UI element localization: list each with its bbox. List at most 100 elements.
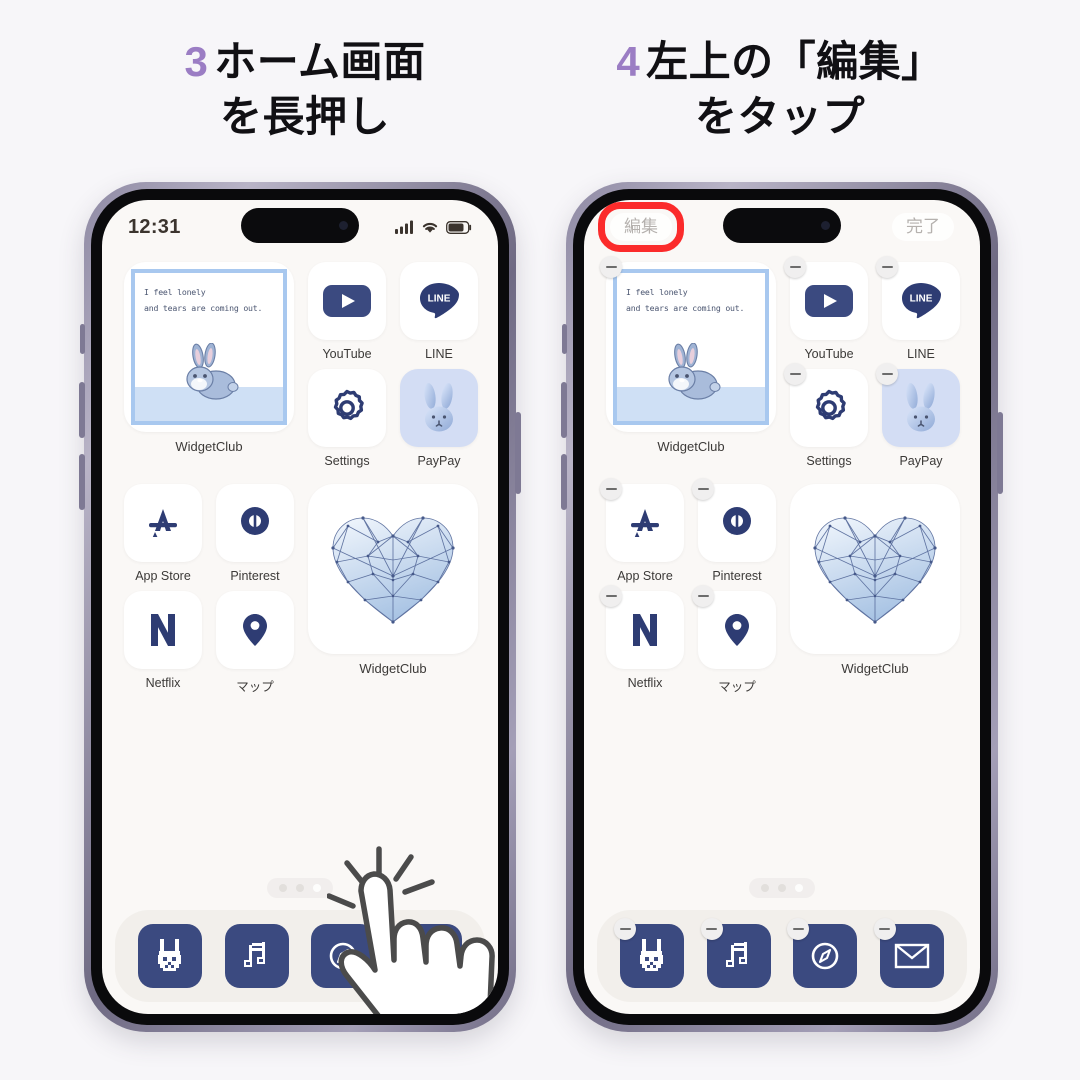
maps-pin-icon xyxy=(243,614,267,646)
dock-bunny-tile[interactable] xyxy=(138,924,203,988)
dock-2 xyxy=(597,910,967,1002)
remove-app-badge[interactable] xyxy=(784,256,806,278)
widget-text: I feel lonely and tears are coming out. xyxy=(617,273,765,317)
page-dot-1[interactable] xyxy=(279,884,287,892)
app-settings[interactable]: Settings xyxy=(308,369,386,468)
heart-widget[interactable] xyxy=(790,484,960,654)
step-4-heading: 4 左上の「編集」 をタップ xyxy=(545,34,1015,145)
dock-item-bunny[interactable] xyxy=(614,918,685,988)
pinterest-tile[interactable] xyxy=(216,484,294,562)
app-paypay[interactable]: PayPay xyxy=(876,363,960,468)
home-screen-2-jiggle[interactable]: 編集 完了 I feel lonely and tears are coming… xyxy=(584,200,980,1014)
power-button[interactable] xyxy=(515,412,521,494)
app-app-store[interactable]: App Store xyxy=(600,478,684,583)
remove-app-badge[interactable] xyxy=(700,918,723,940)
app-netflix[interactable]: Netflix xyxy=(600,585,684,695)
wireframe-heart-icon xyxy=(331,516,455,624)
remove-widget-badge[interactable] xyxy=(600,256,622,278)
tutorial-canvas: 3 ホーム画面 を長押し 4 左上の「編集」 をタップ 12:31 I feel… xyxy=(0,0,1080,1080)
dock-item-bunny[interactable] xyxy=(138,924,203,988)
volume-up-button[interactable] xyxy=(79,382,85,438)
app-paypay[interactable]: PayPay xyxy=(400,369,478,468)
dock-item-mail[interactable] xyxy=(397,924,462,988)
edit-button-wrapper[interactable]: 編集 xyxy=(598,201,684,253)
app-maps[interactable]: マップ xyxy=(692,585,776,695)
step-3-title-line2: を長押し xyxy=(219,93,390,141)
volume-up-button[interactable] xyxy=(561,382,567,438)
remove-app-badge[interactable] xyxy=(784,363,806,385)
quote-widget-cell[interactable]: I feel lonely and tears are coming out. xyxy=(600,256,776,476)
page-dot-1[interactable] xyxy=(761,884,769,892)
app-netflix[interactable]: Netflix xyxy=(124,591,202,695)
app-pinterest[interactable]: Pinterest xyxy=(692,478,776,583)
remove-app-badge[interactable] xyxy=(600,585,622,607)
heart-widget[interactable] xyxy=(308,484,478,654)
edit-button[interactable]: 編集 xyxy=(610,212,672,242)
netflix-tile[interactable] xyxy=(124,591,202,669)
app-app-store[interactable]: App Store xyxy=(124,484,202,583)
done-button[interactable]: 完了 xyxy=(892,212,954,242)
page-dot-2[interactable] xyxy=(296,884,304,892)
dock-music-tile[interactable] xyxy=(224,924,289,988)
dock-item-music[interactable] xyxy=(700,918,771,988)
dock-mail-tile[interactable] xyxy=(397,924,462,988)
youtube-tile[interactable] xyxy=(308,262,386,340)
paypay-tile[interactable] xyxy=(400,369,478,447)
app-store-tile[interactable] xyxy=(124,484,202,562)
dock-item-music[interactable] xyxy=(224,924,289,988)
remove-app-badge[interactable] xyxy=(692,478,714,500)
page-indicator-2[interactable] xyxy=(749,878,815,898)
remove-app-badge[interactable] xyxy=(600,478,622,500)
dock-item-safari[interactable] xyxy=(311,924,376,988)
line-tile[interactable]: LINE xyxy=(400,262,478,340)
phone-step-4: 編集 完了 I feel lonely and tears are coming… xyxy=(561,182,1003,1032)
volume-down-button[interactable] xyxy=(79,454,85,510)
heart-widget-cell[interactable]: WidgetClub xyxy=(308,484,478,703)
app-label-netflix: Netflix xyxy=(145,676,181,690)
widget-line-1: I feel lonely xyxy=(626,287,688,297)
heart-widget-label: WidgetClub xyxy=(841,661,909,676)
quote-widget-cell[interactable]: I feel lonely and tears are coming out. xyxy=(124,262,294,476)
app-line[interactable]: LINE LINE xyxy=(876,256,960,361)
app-settings[interactable]: Settings xyxy=(784,363,868,468)
remove-app-badge[interactable] xyxy=(876,256,898,278)
widget-line-2: and tears are coming out. xyxy=(626,303,745,314)
svg-text:LINE: LINE xyxy=(428,294,451,305)
page-indicator-1[interactable] xyxy=(267,878,333,898)
svg-text:LINE: LINE xyxy=(910,294,933,305)
power-button[interactable] xyxy=(997,412,1003,494)
apps-2x2-block: YouTube LINE LINE Settings PayPay xyxy=(784,256,960,476)
silent-switch[interactable] xyxy=(80,324,85,354)
app-pinterest[interactable]: Pinterest xyxy=(216,484,294,583)
dock-item-mail[interactable] xyxy=(873,918,944,988)
quote-bunny-widget[interactable]: I feel lonely and tears are coming out. xyxy=(124,262,294,432)
app-label-line: LINE xyxy=(907,347,935,361)
page-dot-2[interactable] xyxy=(778,884,786,892)
app-line[interactable]: LINE LINE xyxy=(400,262,478,361)
remove-app-badge[interactable] xyxy=(873,918,896,940)
app-youtube[interactable]: YouTube xyxy=(784,256,868,361)
dock-safari-tile[interactable] xyxy=(311,924,376,988)
silent-switch[interactable] xyxy=(562,324,567,354)
app-youtube[interactable]: YouTube xyxy=(308,262,386,361)
page-dot-3[interactable] xyxy=(795,884,803,892)
pixel-bunny-icon xyxy=(158,939,182,971)
phone-bezel: 12:31 I feel lonely and tears are coming… xyxy=(91,189,509,1025)
page-dot-3[interactable] xyxy=(313,884,321,892)
step-3-number: 3 xyxy=(184,38,209,85)
grid-row-a1: YouTube LINE LINE xyxy=(784,256,960,361)
remove-app-badge[interactable] xyxy=(876,363,898,385)
app-maps[interactable]: マップ xyxy=(216,591,294,695)
app-label-line: LINE xyxy=(425,347,453,361)
home-screen-1[interactable]: 12:31 I feel lonely and tears are coming… xyxy=(102,200,498,1014)
step-4-title-line1: 左上の「編集」 xyxy=(646,38,944,85)
apps-2x2-block-2: App Store Pinterest Netflix マップ xyxy=(600,478,776,703)
volume-down-button[interactable] xyxy=(561,454,567,510)
dock-item-safari[interactable] xyxy=(787,918,858,988)
settings-tile[interactable] xyxy=(308,369,386,447)
status-bar: 12:31 xyxy=(102,200,498,254)
heart-widget-cell[interactable]: WidgetClub xyxy=(790,484,960,703)
quote-bunny-widget[interactable]: I feel lonely and tears are coming out. xyxy=(606,262,776,432)
remove-app-badge[interactable] xyxy=(692,585,714,607)
maps-tile[interactable] xyxy=(216,591,294,669)
